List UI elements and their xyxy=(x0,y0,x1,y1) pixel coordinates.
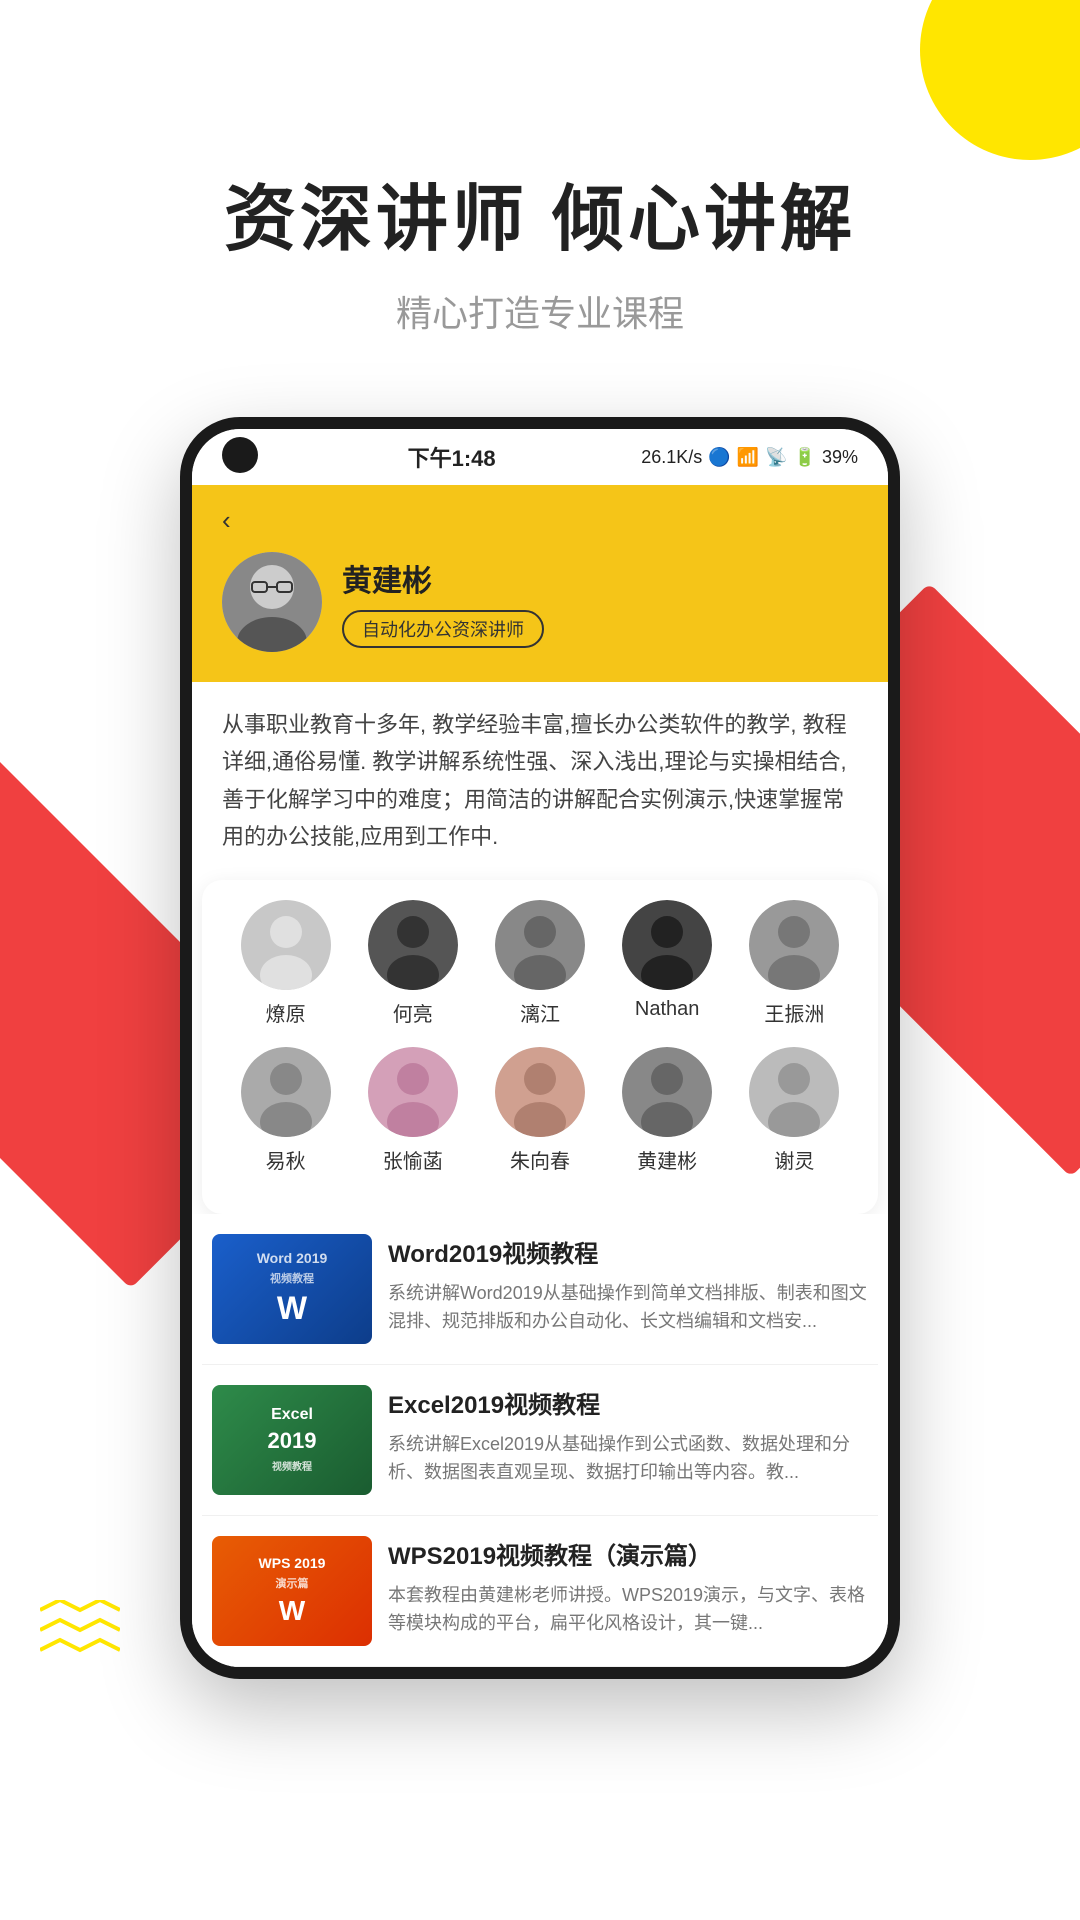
instructor-avatar xyxy=(749,1047,839,1137)
instructor-item[interactable]: 黄建彬 xyxy=(612,1047,722,1174)
instructor-avatar xyxy=(622,1047,712,1137)
network-speed: 26.1K/s xyxy=(641,447,702,468)
course-thumb-excel: Excel 2019 视频教程 xyxy=(212,1385,372,1495)
hero-section: 资深讲师 倾心讲解 精心打造专业课程 xyxy=(0,0,1080,397)
instructors-row-2: 易秋 张愉菡 朱向春 黄建彬 谢灵 xyxy=(222,1047,858,1174)
battery-icon: 🔋 xyxy=(794,447,816,468)
course-item[interactable]: Excel 2019 视频教程 Excel2019视频教程 系统讲解Excel2… xyxy=(202,1365,878,1516)
course-title: Excel2019视频教程 xyxy=(388,1385,868,1420)
course-item[interactable]: WPS 2019 演示篇 W WPS2019视频教程（演示篇） 本套教程由黄建彬… xyxy=(202,1516,878,1667)
course-info: WPS2019视频教程（演示篇） 本套教程由黄建彬老师讲授。WPS2019演示，… xyxy=(388,1536,868,1639)
instructor-name-label: 何亮 xyxy=(393,998,433,1027)
course-list: Word 2019 视频教程 W Word2019视频教程 系统讲解Word20… xyxy=(192,1214,888,1667)
instructor-info: 黄建彬 自动化办公资深讲师 xyxy=(342,556,858,648)
instructor-badge: 自动化办公资深讲师 xyxy=(342,610,544,648)
course-description: 系统讲解Excel2019从基础操作到公式函数、数据处理和分析、数据图表直观呈现… xyxy=(388,1430,868,1488)
course-thumb-word: Word 2019 视频教程 W xyxy=(212,1234,372,1344)
instructor-avatar xyxy=(495,1047,585,1137)
phone-mockup: 下午1:48 26.1K/s 🔵 📶 📡 🔋 39% ‹ xyxy=(180,417,900,1679)
instructor-item[interactable]: 朱向春 xyxy=(485,1047,595,1174)
course-title: Word2019视频教程 xyxy=(388,1234,868,1269)
main-instructor-avatar xyxy=(222,552,322,652)
instructors-grid: 燎原 何亮 漓江 Nathan 王振洲 xyxy=(202,880,878,1214)
instructor-profile: 黄建彬 自动化办公资深讲师 xyxy=(222,552,858,652)
instructors-row-1: 燎原 何亮 漓江 Nathan 王振洲 xyxy=(222,900,858,1027)
course-thumb-wps: WPS 2019 演示篇 W xyxy=(212,1536,372,1646)
back-button[interactable]: ‹ xyxy=(222,505,858,536)
instructor-item[interactable]: 漓江 xyxy=(485,900,595,1027)
phone-container: 下午1:48 26.1K/s 🔵 📶 📡 🔋 39% ‹ xyxy=(0,397,1080,1699)
instructor-name-label: 燎原 xyxy=(266,998,306,1027)
instructor-name-label: 漓江 xyxy=(520,998,560,1027)
course-thumbnail: WPS 2019 演示篇 W xyxy=(212,1536,372,1646)
instructor-name-label: 王振洲 xyxy=(764,998,824,1027)
instructor-avatar xyxy=(368,900,458,990)
wifi-icon: 📡 xyxy=(765,447,787,468)
instructor-item[interactable]: 何亮 xyxy=(358,900,468,1027)
instructor-item[interactable]: 易秋 xyxy=(231,1047,341,1174)
battery-percent: 39% xyxy=(822,447,858,468)
bluetooth-icon: 🔵 xyxy=(708,447,730,468)
course-thumbnail: Excel 2019 视频教程 xyxy=(212,1385,372,1495)
course-description: 系统讲解Word2019从基础操作到简单文档排版、制表和图文混排、规范排版和办公… xyxy=(388,1279,868,1337)
instructor-item[interactable]: 王振洲 xyxy=(739,900,849,1027)
instructor-avatar xyxy=(368,1047,458,1137)
status-bar: 下午1:48 26.1K/s 🔵 📶 📡 🔋 39% xyxy=(192,429,888,485)
instructor-item[interactable]: 谢灵 xyxy=(739,1047,849,1174)
hero-title: 资深讲师 倾心讲解 xyxy=(40,160,1040,265)
course-info: Excel2019视频教程 系统讲解Excel2019从基础操作到公式函数、数据… xyxy=(388,1385,868,1488)
instructor-name-label: 易秋 xyxy=(266,1145,306,1174)
avatar-svg xyxy=(222,552,322,652)
course-title: WPS2019视频教程（演示篇） xyxy=(388,1536,868,1571)
instructor-name-label: 黄建彬 xyxy=(637,1145,697,1174)
course-info: Word2019视频教程 系统讲解Word2019从基础操作到简单文档排版、制表… xyxy=(388,1234,868,1337)
course-thumbnail: Word 2019 视频教程 W xyxy=(212,1234,372,1344)
instructor-avatar xyxy=(241,900,331,990)
signal-icon: 📶 xyxy=(737,447,759,468)
instructor-name: 黄建彬 xyxy=(342,556,858,600)
instructor-name-label: Nathan xyxy=(635,998,700,1021)
course-item[interactable]: Word 2019 视频教程 W Word2019视频教程 系统讲解Word20… xyxy=(202,1214,878,1365)
instructor-avatar xyxy=(495,900,585,990)
instructor-avatar xyxy=(749,900,839,990)
instructor-name-label: 张愉菡 xyxy=(383,1145,443,1174)
instructor-desc: 从事职业教育十多年, 教学经验丰富,擅长办公类软件的教学, 教程详细,通俗易懂.… xyxy=(192,682,888,880)
course-description: 本套教程由黄建彬老师讲授。WPS2019演示，与文字、表格等模块构成的平台，扁平… xyxy=(388,1581,868,1639)
camera-notch xyxy=(222,437,258,473)
instructor-avatar xyxy=(622,900,712,990)
hero-subtitle: 精心打造专业课程 xyxy=(40,285,1040,337)
instructor-item[interactable]: 张愉菡 xyxy=(358,1047,468,1174)
instructor-item[interactable]: Nathan xyxy=(612,900,722,1027)
instructor-name-label: 朱向春 xyxy=(510,1145,570,1174)
status-icons: 26.1K/s 🔵 📶 📡 🔋 39% xyxy=(641,447,858,468)
status-time: 下午1:48 xyxy=(408,441,496,473)
instructor-name-label: 谢灵 xyxy=(774,1145,814,1174)
instructor-item[interactable]: 燎原 xyxy=(231,900,341,1027)
instructor-header: ‹ 黄建彬 自动化办公资深讲师 xyxy=(192,485,888,682)
instructor-avatar xyxy=(241,1047,331,1137)
